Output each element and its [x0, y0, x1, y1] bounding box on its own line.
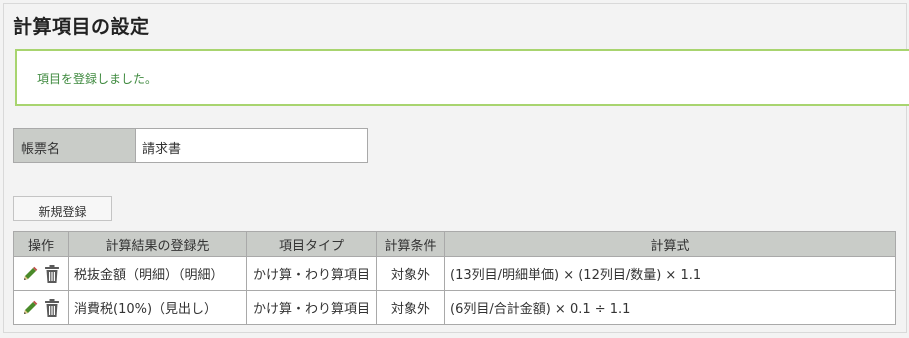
row-condition: 対象外 — [376, 256, 445, 291]
row-formula: (13列目/明細単価) × (12列目/数量) × 1.1 — [444, 256, 896, 291]
column-header-formula: 計算式 — [444, 231, 896, 257]
pencil-icon[interactable] — [21, 299, 39, 317]
row-type: かけ算・わり算項目 — [246, 290, 377, 325]
row-target: 税抜金額（明細）（明細） — [68, 256, 247, 291]
pencil-icon[interactable] — [21, 265, 39, 283]
row-condition: 対象外 — [376, 290, 445, 325]
table-row: 消費税(10%)（見出し） かけ算・わり算項目 対象外 (6列目/合計金額) ×… — [13, 290, 896, 325]
column-header-operation: 操作 — [13, 231, 69, 257]
row-operations — [13, 256, 69, 291]
table-row: 税抜金額（明細）（明細） かけ算・わり算項目 対象外 (13列目/明細単価) ×… — [13, 256, 896, 291]
calculation-items-table: 操作 計算結果の登録先 項目タイプ 計算条件 計算式 税抜金額（明細）（明細） … — [13, 231, 896, 325]
row-type: かけ算・わり算項目 — [246, 256, 377, 291]
alert-message: 項目を登録しました。 — [37, 72, 158, 86]
column-header-type: 項目タイプ — [246, 231, 377, 257]
trash-icon[interactable] — [43, 298, 61, 318]
row-target: 消費税(10%)（見出し） — [68, 290, 247, 325]
new-register-button[interactable]: 新規登録 — [13, 196, 112, 221]
form-name-label: 帳票名 — [14, 129, 136, 162]
row-operations — [13, 290, 69, 325]
column-header-condition: 計算条件 — [376, 231, 445, 257]
form-name-row: 帳票名 請求書 — [13, 128, 368, 163]
table-header-row: 操作 計算結果の登録先 項目タイプ 計算条件 計算式 — [13, 231, 896, 257]
column-header-target: 計算結果の登録先 — [68, 231, 247, 257]
trash-icon[interactable] — [43, 264, 61, 284]
success-alert: 項目を登録しました。 — [15, 49, 909, 106]
page-title: 計算項目の設定 — [13, 16, 150, 38]
row-formula: (6列目/合計金額) × 0.1 ÷ 1.1 — [444, 290, 896, 325]
form-name-value: 請求書 — [142, 142, 182, 157]
